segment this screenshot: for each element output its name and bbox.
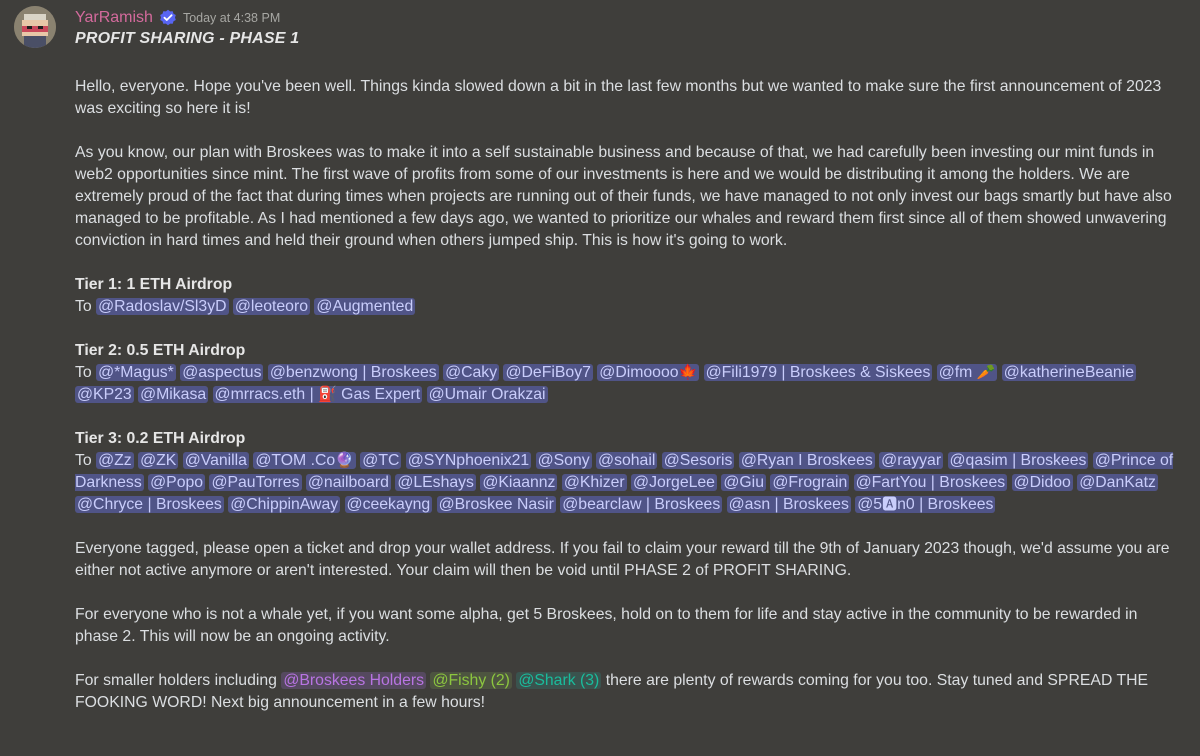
user-mention[interactable]: @katherineBeanie xyxy=(1001,364,1137,381)
to-label: To xyxy=(75,298,92,315)
maple-leaf-icon: 🍁 xyxy=(678,364,698,381)
carrot-icon: 🥕 xyxy=(976,364,996,381)
user-mention[interactable]: @FartYou | Broskees xyxy=(853,474,1008,491)
user-mention[interactable]: @nailboard xyxy=(305,474,391,491)
user-mention[interactable]: @Caky xyxy=(443,364,500,381)
tier-2-title: Tier 2: 0.5 ETH Airdrop xyxy=(75,342,246,359)
user-mention[interactable]: @sohail xyxy=(596,452,658,469)
mention-text: Gas Expert xyxy=(341,386,421,403)
message-timestamp: Today at 4:38 PM xyxy=(182,11,281,25)
user-mention[interactable]: @Umair Orakzai xyxy=(426,386,548,403)
mention-text: n0 | Broskees xyxy=(897,496,994,513)
user-mention[interactable]: @Kiaannz xyxy=(480,474,558,491)
user-mention[interactable]: @KP23 xyxy=(75,386,134,403)
mention-text: @fm xyxy=(938,364,973,381)
user-mention[interactable]: @Vanilla xyxy=(182,452,249,469)
user-mention[interactable]: @LEshays xyxy=(395,474,476,491)
user-mention[interactable]: @leoteoro xyxy=(232,298,311,315)
paragraph-smaller-holders: For smaller holders including @Broskees … xyxy=(75,670,1180,714)
crystal-ball-icon: 🔮 xyxy=(335,452,354,469)
role-mention-fishy[interactable]: @Fishy (2) xyxy=(430,672,512,689)
user-mention[interactable]: @bearclaw | Broskees xyxy=(560,496,723,513)
user-mention[interactable]: @Khizer xyxy=(561,474,627,491)
user-mention[interactable]: @Chryce | Broskees xyxy=(75,496,224,513)
user-mention[interactable]: @Zz xyxy=(96,452,134,469)
message-header: YarRamish Today at 4:38 PM xyxy=(75,8,280,28)
user-mention[interactable]: @benzwong | Broskees xyxy=(267,364,439,381)
role-mention-holders[interactable]: @Broskees Holders xyxy=(281,672,427,689)
user-mention[interactable]: @Sony xyxy=(535,452,592,469)
tier-1-title: Tier 1: 1 ETH Airdrop xyxy=(75,276,233,293)
user-mention[interactable]: @JorgeLee xyxy=(631,474,717,491)
user-mention[interactable]: @TC xyxy=(360,452,402,469)
message: YarRamish Today at 4:38 PM PROFIT SHARIN… xyxy=(0,0,1200,756)
user-mention-tom[interactable]: @TOM .Co🔮 xyxy=(253,452,356,469)
pixel-avatar-icon xyxy=(14,6,56,48)
paragraph-plan: As you know, our plan with Broskees was … xyxy=(75,144,1172,249)
user-mention[interactable]: @Popo xyxy=(148,474,206,491)
tier-3-section: Tier 3: 0.2 ETH Airdrop To @Zz @ZK @Vani… xyxy=(75,428,1180,516)
user-mention[interactable]: @PauTorres xyxy=(209,474,302,491)
message-content: Hello, everyone. Hope you've been well. … xyxy=(75,76,1180,736)
paragraph-claim: Everyone tagged, please open a ticket an… xyxy=(75,540,1170,579)
user-mention[interactable]: @ZK xyxy=(138,452,179,469)
user-mention[interactable]: @Fili1979 | Broskees & Siskees xyxy=(703,364,933,381)
mention-text: @mrracs.eth | xyxy=(214,386,314,403)
user-mention[interactable]: @Giu xyxy=(721,474,766,491)
user-mention[interactable]: @aspectus xyxy=(180,364,264,381)
author-name[interactable]: YarRamish xyxy=(75,9,153,27)
mention-text: @Dimoooo xyxy=(599,364,679,381)
user-mention[interactable]: @Frograin xyxy=(770,474,850,491)
user-mention[interactable]: @Sesoris xyxy=(661,452,735,469)
to-label: To xyxy=(75,364,92,381)
role-mention-shark[interactable]: @Shark (3) xyxy=(516,672,602,689)
user-mention[interactable]: @Broskee Nasir xyxy=(436,496,556,513)
user-mention[interactable]: @DanKatz xyxy=(1077,474,1158,491)
tier-3-title: Tier 3: 0.2 ETH Airdrop xyxy=(75,430,246,447)
user-mention[interactable]: @SYNphoenix21 xyxy=(405,452,532,469)
user-mention[interactable]: @Ryan I Broskees xyxy=(738,452,875,469)
user-mention[interactable]: @DeFiBoy7 xyxy=(503,364,593,381)
text-segment: For smaller holders including xyxy=(75,672,277,689)
user-mention-5an0[interactable]: @5🅰n0 | Broskees xyxy=(855,496,996,513)
mention-text: @5 xyxy=(857,496,883,513)
user-mention-dimoooo[interactable]: @Dimoooo🍁 xyxy=(597,364,700,381)
user-mention[interactable]: @Radoslav/Sl3yD xyxy=(96,298,229,315)
user-mention[interactable]: @ceekayng xyxy=(344,496,433,513)
user-mention[interactable]: @Augmented xyxy=(314,298,416,315)
verified-badge-icon xyxy=(159,9,177,27)
author-avatar[interactable] xyxy=(14,6,56,48)
to-label: To xyxy=(75,452,92,469)
user-mention[interactable]: @*Magus* xyxy=(96,364,176,381)
user-mention[interactable]: @ChippinAway xyxy=(228,496,341,513)
paragraph-alpha: For everyone who is not a whale yet, if … xyxy=(75,606,1138,645)
fuel-pump-icon: ⛽ xyxy=(318,386,337,403)
a-button-icon: 🅰 xyxy=(882,496,898,513)
tier-2-section: Tier 2: 0.5 ETH Airdrop To @*Magus* @asp… xyxy=(75,340,1180,406)
tier-1-section: Tier 1: 1 ETH Airdrop To @Radoslav/Sl3yD… xyxy=(75,274,1180,318)
user-mention[interactable]: @qasim | Broskees xyxy=(947,452,1089,469)
message-title: PROFIT SHARING - PHASE 1 xyxy=(75,30,300,47)
user-mention[interactable]: @Didoo xyxy=(1011,474,1073,491)
user-mention-fm[interactable]: @fm 🥕 xyxy=(936,364,998,381)
user-mention[interactable]: @rayyar xyxy=(879,452,944,469)
user-mention-mrracs[interactable]: @mrracs.eth | ⛽ Gas Expert xyxy=(212,386,423,403)
paragraph-intro: Hello, everyone. Hope you've been well. … xyxy=(75,78,1162,117)
user-mention[interactable]: @Mikasa xyxy=(138,386,209,403)
user-mention[interactable]: @asn | Broskees xyxy=(726,496,851,513)
mention-text: @TOM .Co xyxy=(255,452,336,469)
